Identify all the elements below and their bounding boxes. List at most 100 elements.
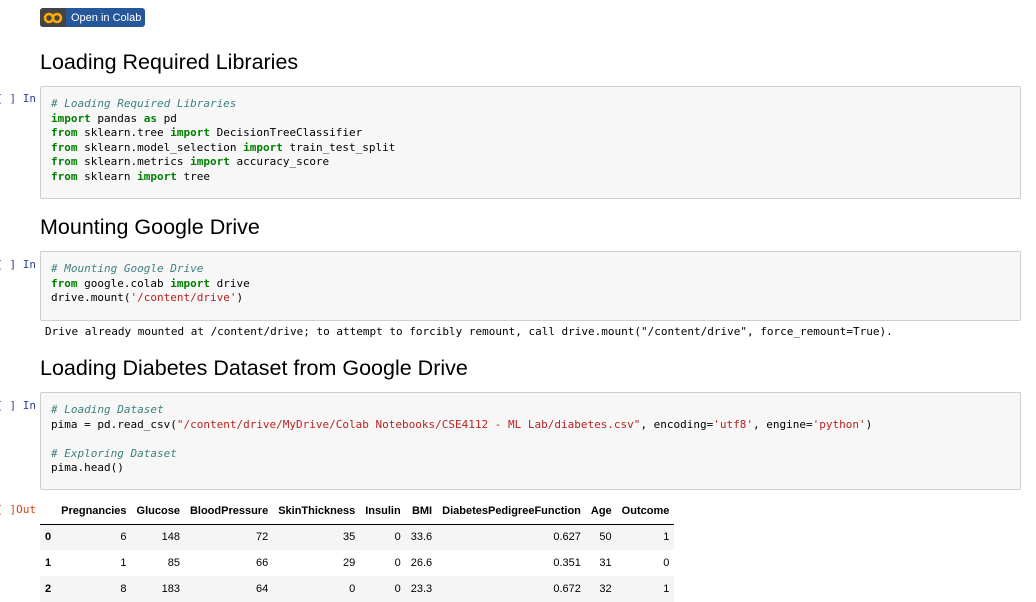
column-header: SkinThickness [278, 504, 356, 517]
table-cell: 0 [394, 531, 401, 544]
code-token: as [143, 111, 157, 125]
code-editor[interactable]: # Loading Required Libraries import pand… [51, 97, 1010, 185]
table-cell: 6 [120, 531, 127, 544]
table-cell: 148 [161, 531, 180, 544]
row-index: 1 [45, 557, 52, 569]
table-cell: 183 [161, 583, 180, 595]
dataframe-table: Pregnancies Glucose BloodPressure SkinTh… [40, 498, 675, 602]
row-index: 2 [45, 583, 52, 595]
code-string: 'python' [812, 417, 866, 431]
code-token: sklearn [77, 169, 138, 183]
cell-output-text: Drive already mounted at /content/drive;… [45, 325, 893, 338]
table-cell: 8 [120, 583, 127, 595]
table-cell: 26.6 [410, 557, 433, 569]
open-in-colab-badge[interactable]: Open in Colab [40, 8, 145, 27]
code-string: '/content/drive' [130, 291, 237, 305]
code-cell-drive[interactable]: # Mounting Google Drive from google.cola… [40, 251, 1021, 321]
cell-prompt: In [ ]: [0, 399, 36, 412]
code-token: DecisionTreeClassifier [209, 126, 363, 140]
table-cell: 1 [663, 531, 670, 544]
code-token: accuracy_score [229, 155, 330, 169]
code-token: sklearn.metrics [77, 155, 191, 169]
code-token: import [190, 155, 230, 169]
code-token: sklearn.tree [77, 126, 171, 140]
table-cell: 72 [255, 531, 269, 544]
table-cell: 0.672 [553, 583, 581, 595]
code-comment: # Loading Required Libraries [51, 97, 237, 110]
section-heading-drive: Mounting Google Drive [40, 215, 260, 239]
code-token: pima.head() [51, 461, 124, 475]
code-string: 'utf8' [713, 417, 754, 431]
code-token: drive [209, 276, 250, 290]
code-token: ) [865, 417, 873, 431]
table-row: 2 8 183 64 0 0 23.3 0.672 32 1 [40, 576, 675, 602]
table-cell: 0 [663, 557, 670, 569]
code-token: from [51, 169, 78, 183]
code-comment: # Exploring Dataset [51, 446, 177, 460]
cell-prompt: In [ ]: [0, 92, 36, 105]
column-header: BloodPressure [189, 504, 269, 517]
code-token: pima = pd.read_csv( [51, 417, 177, 431]
code-token: google.colab [77, 276, 171, 290]
column-header: Pregnancies [61, 504, 127, 517]
code-cell-libraries[interactable]: # Loading Required Libraries import pand… [40, 86, 1021, 199]
code-token: , encoding= [640, 417, 714, 431]
table-header-row: Pregnancies Glucose BloodPressure SkinTh… [40, 498, 675, 524]
table-cell: 35 [343, 531, 356, 544]
column-header: DiabetesPedigreeFunction [442, 504, 581, 517]
table-cell: 1 [120, 557, 127, 569]
code-editor[interactable]: # Loading Dataset pima = pd.read_csv("/c… [51, 403, 1010, 476]
code-token: import [51, 111, 91, 125]
code-token: from [51, 126, 78, 140]
section-heading-dataset: Loading Diabetes Dataset from Google Dri… [40, 356, 468, 380]
table-cell: 85 [167, 557, 180, 569]
code-token: ) [236, 291, 244, 305]
code-token: from [51, 276, 78, 290]
code-token: pandas [90, 111, 144, 125]
column-header: Insulin [365, 504, 401, 517]
code-token: sklearn.model_selection [77, 140, 244, 154]
table-cell: 0 [349, 583, 356, 595]
table-row: 0 6 148 72 35 0 33.6 0.627 50 1 [40, 524, 675, 550]
table-cell: 0.351 [553, 557, 581, 569]
code-token: import [137, 169, 177, 183]
code-token: tree [176, 169, 210, 183]
column-header [40, 498, 56, 524]
table-cell: 0 [394, 583, 401, 595]
code-cell-dataset[interactable]: # Loading Dataset pima = pd.read_csv("/c… [40, 392, 1021, 490]
code-token: drive.mount( [51, 291, 131, 305]
table-cell: 64 [255, 583, 269, 595]
code-token: , engine= [753, 417, 813, 431]
code-token: from [51, 155, 78, 169]
table-cell: 50 [599, 531, 612, 544]
table-cell: 33.6 [410, 531, 433, 544]
column-header: Outcome [621, 504, 670, 517]
column-header: Age [590, 504, 612, 517]
code-token: import [243, 140, 283, 154]
table-cell: 29 [343, 557, 356, 569]
code-token: train_test_split [282, 140, 396, 154]
code-editor[interactable]: # Mounting Google Drive from google.cola… [51, 262, 1010, 306]
code-token: pd [156, 111, 177, 125]
cell-prompt: In [ ]: [0, 258, 36, 271]
row-index: 0 [45, 531, 52, 544]
column-header: BMI [411, 504, 433, 517]
colab-logo-icon [40, 8, 66, 27]
code-token: from [51, 140, 78, 154]
table-cell: 23.3 [410, 583, 433, 595]
column-header: Glucose [136, 504, 180, 517]
section-heading-libraries: Loading Required Libraries [40, 50, 299, 74]
table-cell: 0 [394, 557, 401, 569]
code-token: import [170, 276, 210, 290]
table-cell: 0.627 [553, 531, 581, 544]
table-cell: 66 [255, 557, 269, 569]
code-comment: # Mounting Google Drive [51, 262, 204, 275]
table-cell: 32 [599, 583, 612, 595]
table-cell: 1 [663, 583, 670, 595]
code-string: "/content/drive/MyDrive/Colab Notebooks/… [176, 417, 641, 431]
code-token: import [170, 126, 210, 140]
table-cell: 31 [599, 557, 612, 569]
badge-label: Open in Colab [71, 11, 142, 24]
output-prompt: Out[ ]: [0, 503, 36, 516]
code-comment: # Loading Dataset [51, 403, 164, 416]
